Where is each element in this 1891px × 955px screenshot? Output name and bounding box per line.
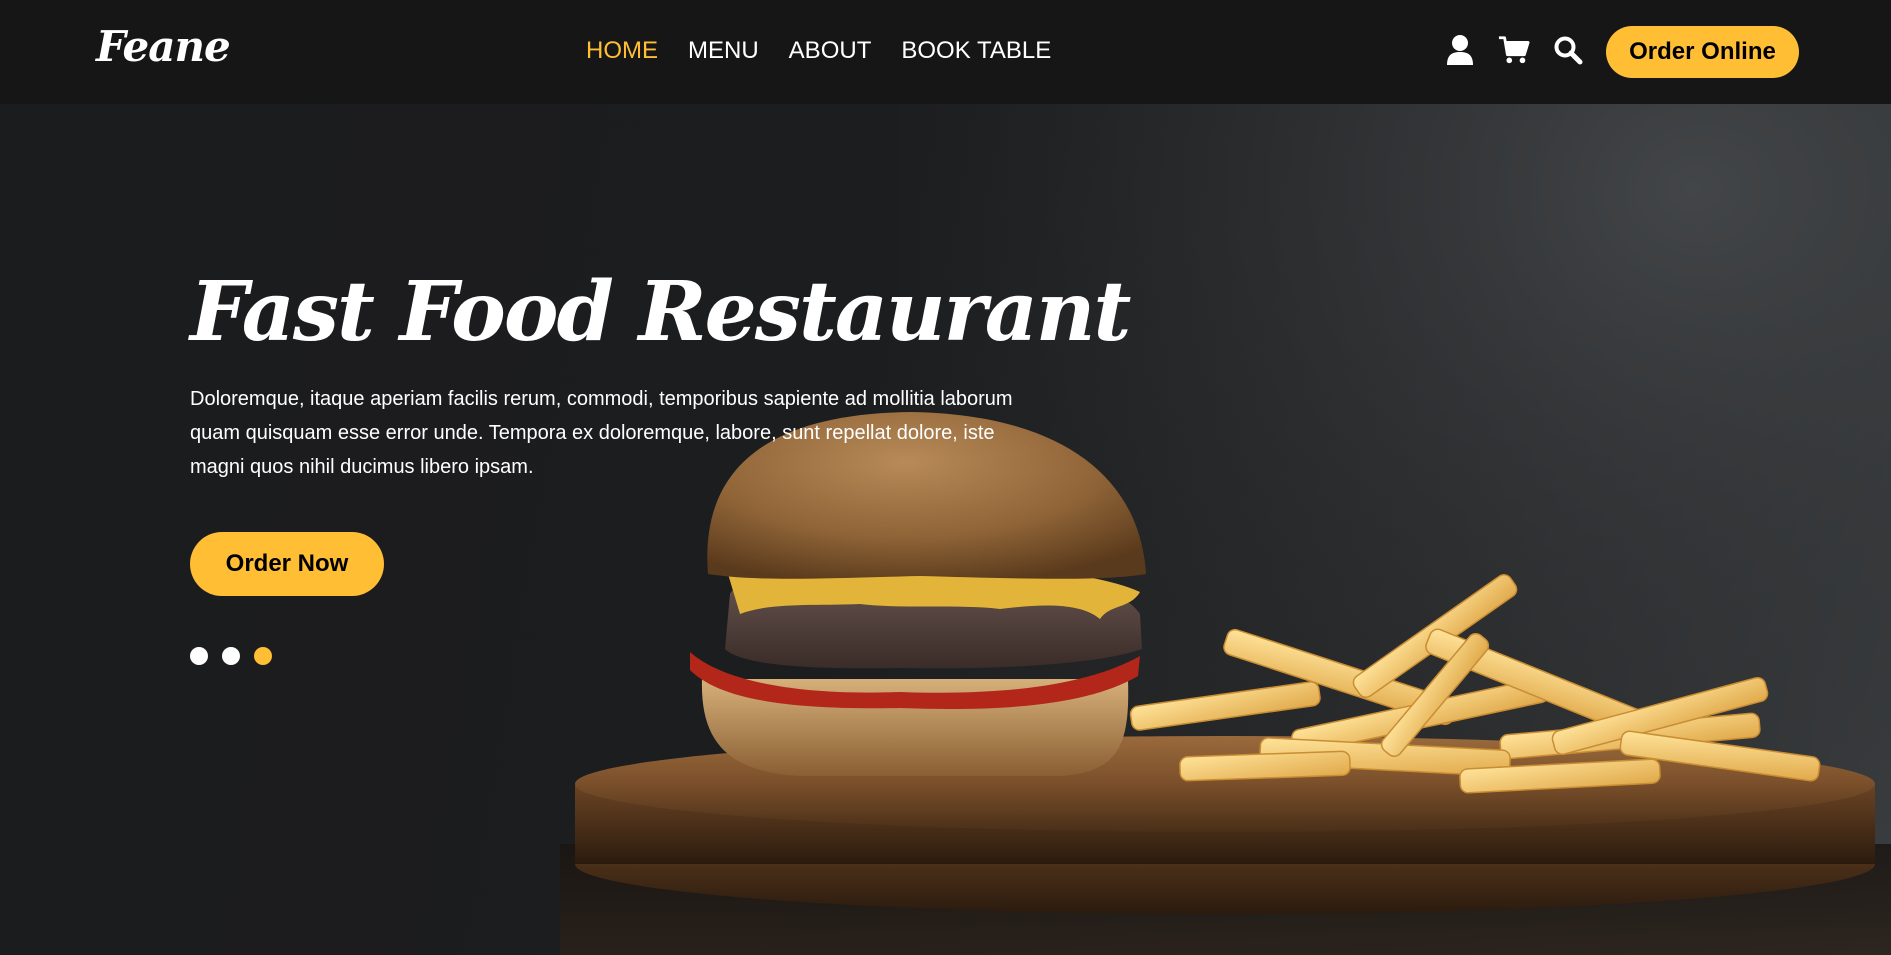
- carousel-dot-2[interactable]: [222, 647, 240, 665]
- user-icon[interactable]: [1444, 32, 1476, 68]
- hero-section: Fast Food Restaurant Doloremque, itaque …: [0, 104, 1891, 955]
- site-header: Feane HOME MENU ABOUT BOOK TABLE Order O…: [0, 0, 1891, 104]
- brand-logo[interactable]: Feane: [96, 22, 231, 71]
- nav-item-book-table[interactable]: BOOK TABLE: [901, 36, 1051, 66]
- carousel-indicators: [190, 647, 286, 665]
- carousel-dot-3[interactable]: [254, 647, 272, 665]
- hero-description: Doloremque, itaque aperiam facilis rerum…: [190, 388, 1013, 478]
- search-icon[interactable]: [1552, 32, 1584, 68]
- cart-icon[interactable]: [1498, 32, 1530, 68]
- nav-item-home[interactable]: HOME: [586, 36, 658, 66]
- header-icons: [1444, 32, 1606, 68]
- nav-item-menu[interactable]: MENU: [688, 36, 759, 66]
- order-online-button[interactable]: Order Online: [1606, 26, 1799, 78]
- order-now-button[interactable]: Order Now: [190, 532, 384, 596]
- carousel-dot-1[interactable]: [190, 647, 208, 665]
- nav-item-about[interactable]: ABOUT: [789, 36, 872, 66]
- main-nav: HOME MENU ABOUT BOOK TABLE: [586, 36, 1081, 66]
- hero-food-image: [560, 104, 1891, 955]
- hero-title: Fast Food Restaurant: [190, 264, 1131, 360]
